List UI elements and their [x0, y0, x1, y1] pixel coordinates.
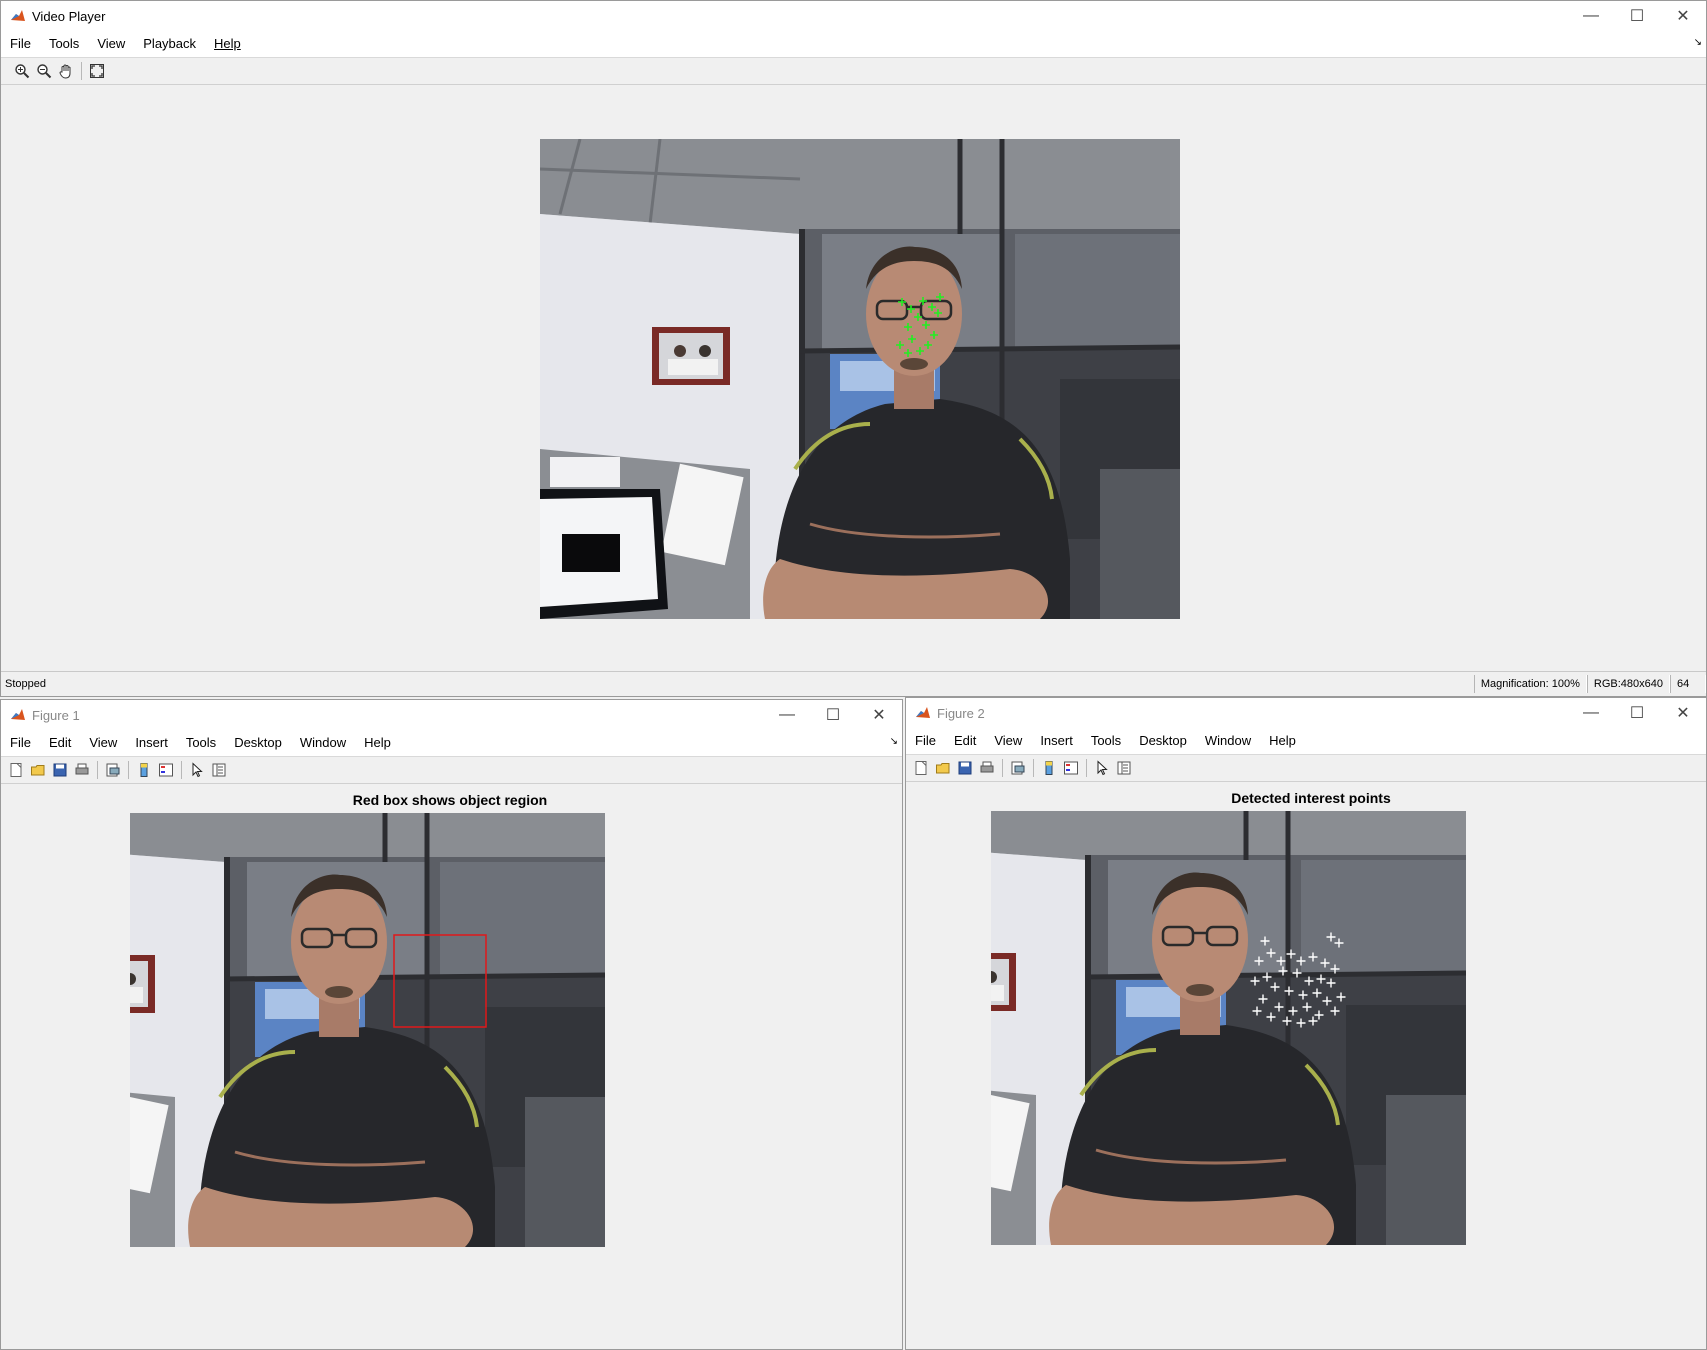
- fit-to-window-icon[interactable]: [87, 61, 107, 81]
- window-title: Video Player: [32, 8, 106, 24]
- video-player-toolbar: [1, 58, 1706, 85]
- dock-arrow-icon[interactable]: ↘: [890, 736, 898, 747]
- menu-desktop[interactable]: Desktop: [1130, 728, 1196, 754]
- menu-help[interactable]: Help: [1260, 728, 1305, 754]
- toolbar-separator: [128, 761, 129, 779]
- save-icon[interactable]: [955, 758, 975, 778]
- figure1-toolbar: [1, 757, 902, 784]
- toolbar-separator: [81, 62, 82, 80]
- menu-insert[interactable]: Insert: [126, 730, 177, 756]
- menu-help[interactable]: Help: [205, 31, 250, 57]
- toolbar-separator: [1086, 759, 1087, 777]
- save-icon[interactable]: [50, 760, 70, 780]
- print-preview-icon[interactable]: [103, 760, 123, 780]
- figure1-image: [130, 813, 770, 1293]
- figure2-menubar: File Edit View Insert Tools Desktop Wind…: [906, 728, 1706, 755]
- matlab-logo-icon: [10, 707, 26, 723]
- close-button[interactable]: ✕: [856, 700, 902, 730]
- menu-desktop[interactable]: Desktop: [225, 730, 291, 756]
- figure1-titlebar[interactable]: Figure 1 — ☐ ✕: [1, 700, 902, 730]
- menu-help[interactable]: Help: [355, 730, 400, 756]
- window-title: Figure 1: [32, 707, 80, 723]
- window-controls: — ☐ ✕: [764, 700, 902, 730]
- menu-edit[interactable]: Edit: [945, 728, 985, 754]
- pointer-icon[interactable]: [187, 760, 207, 780]
- figure2-titlebar[interactable]: Figure 2 — ☐ ✕: [906, 698, 1706, 728]
- axes-title: Red box shows object region: [352, 792, 548, 808]
- open-file-icon[interactable]: [933, 758, 953, 778]
- figure2-toolbar: [906, 755, 1706, 782]
- open-file-icon[interactable]: [28, 760, 48, 780]
- colorbar-icon[interactable]: [134, 760, 154, 780]
- figure1-menubar: File Edit View Insert Tools Desktop Wind…: [1, 730, 902, 757]
- menu-view[interactable]: View: [80, 730, 126, 756]
- print-icon[interactable]: [72, 760, 92, 780]
- minimize-button[interactable]: —: [1568, 698, 1614, 728]
- toolbar-separator: [97, 761, 98, 779]
- minimize-button[interactable]: —: [1568, 1, 1614, 31]
- menu-view[interactable]: View: [88, 31, 134, 57]
- menu-playback[interactable]: Playback: [134, 31, 205, 57]
- matlab-logo-icon: [10, 8, 26, 24]
- menu-view[interactable]: View: [985, 728, 1031, 754]
- close-button[interactable]: ✕: [1660, 698, 1706, 728]
- zoom-out-icon[interactable]: [34, 61, 54, 81]
- toolbar-separator: [1033, 759, 1034, 777]
- pan-hand-icon[interactable]: [56, 61, 76, 81]
- pointer-icon[interactable]: [1092, 758, 1112, 778]
- video-player-window: Video Player — ☐ ✕ File Tools View Playb…: [0, 0, 1707, 697]
- window-title: Figure 2: [937, 705, 985, 721]
- property-inspector-icon[interactable]: [1114, 758, 1134, 778]
- minimize-button[interactable]: —: [764, 700, 810, 730]
- menu-window[interactable]: Window: [291, 730, 355, 756]
- toolbar-separator: [181, 761, 182, 779]
- legend-icon[interactable]: [156, 760, 176, 780]
- menu-tools[interactable]: Tools: [177, 730, 225, 756]
- video-player-statusbar: Stopped Magnification: 100% RGB:480x640 …: [1, 671, 1706, 696]
- toolbar-separator: [1002, 759, 1003, 777]
- axes-title: Detected interest points: [1231, 790, 1391, 806]
- menu-insert[interactable]: Insert: [1031, 728, 1082, 754]
- print-preview-icon[interactable]: [1008, 758, 1028, 778]
- menu-window[interactable]: Window: [1196, 728, 1260, 754]
- menu-tools[interactable]: Tools: [1082, 728, 1130, 754]
- new-figure-icon[interactable]: [6, 760, 26, 780]
- playback-status: Stopped: [5, 678, 46, 690]
- zoom-in-icon[interactable]: [12, 61, 32, 81]
- close-button[interactable]: ✕: [1660, 1, 1706, 31]
- menu-tools[interactable]: Tools: [40, 31, 88, 57]
- dock-arrow-icon[interactable]: ↘: [1694, 37, 1702, 48]
- property-inspector-icon[interactable]: [209, 760, 229, 780]
- maximize-button[interactable]: ☐: [810, 700, 856, 730]
- magnification-readout: Magnification: 100%: [1473, 675, 1587, 693]
- window-controls: — ☐ ✕: [1568, 1, 1706, 31]
- window-controls: — ☐ ✕: [1568, 698, 1706, 728]
- menu-file[interactable]: File: [906, 728, 945, 754]
- maximize-button[interactable]: ☐: [1614, 698, 1660, 728]
- figure1-window: Figure 1 — ☐ ✕ File Edit View Insert Too…: [0, 699, 903, 1350]
- legend-icon[interactable]: [1061, 758, 1081, 778]
- maximize-button[interactable]: ☐: [1614, 1, 1660, 31]
- menu-edit[interactable]: Edit: [40, 730, 80, 756]
- menu-file[interactable]: File: [1, 31, 40, 57]
- video-player-menubar: File Tools View Playback Help ↘: [1, 31, 1706, 58]
- colorbar-icon[interactable]: [1039, 758, 1059, 778]
- video-frame: [540, 139, 1180, 619]
- new-figure-icon[interactable]: [911, 758, 931, 778]
- matlab-logo-icon: [915, 705, 931, 721]
- frame-number-readout: 64: [1670, 675, 1706, 693]
- image-size-readout: RGB:480x640: [1586, 675, 1670, 693]
- video-player-titlebar[interactable]: Video Player — ☐ ✕: [1, 1, 1706, 31]
- menu-file[interactable]: File: [1, 730, 40, 756]
- print-icon[interactable]: [977, 758, 997, 778]
- figure2-window: Figure 2 — ☐ ✕ File Edit View Insert Too…: [905, 697, 1707, 1350]
- figure2-image: [991, 811, 1631, 1291]
